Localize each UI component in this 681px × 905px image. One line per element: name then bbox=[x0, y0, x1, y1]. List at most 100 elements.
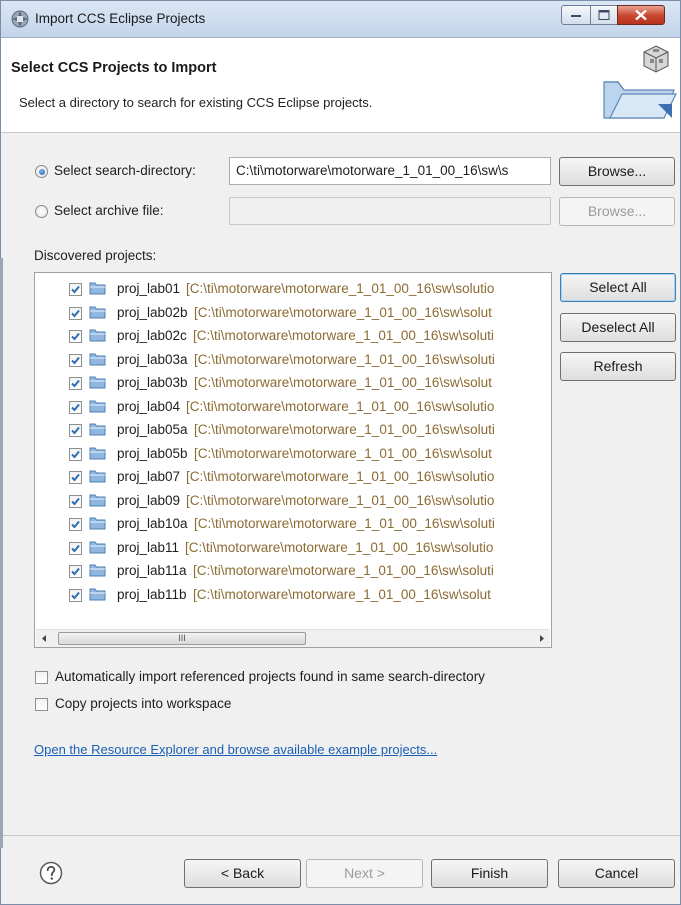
project-path: [C:\ti\motorware\motorware_1_01_00_16\sw… bbox=[193, 586, 491, 602]
eclipse-app-icon bbox=[11, 10, 29, 28]
project-row[interactable]: proj_lab02c [C:\ti\motorware\motorware_1_… bbox=[35, 325, 551, 348]
checkmark-icon bbox=[71, 497, 80, 505]
close-button[interactable] bbox=[617, 5, 665, 25]
checkmark-icon bbox=[71, 567, 80, 576]
select-all-button[interactable]: Select All bbox=[560, 273, 676, 302]
project-row[interactable]: proj_lab11 [C:\ti\motorware\motorware_1_0… bbox=[35, 537, 551, 560]
checkmark-icon bbox=[71, 403, 80, 411]
search-directory-field[interactable]: C:\ti\motorware\motorware_1_01_00_16\sw\… bbox=[229, 157, 551, 185]
import-folder-icon bbox=[603, 45, 677, 119]
project-row[interactable]: proj_lab07 [C:\ti\motorware\motorware_1_0… bbox=[35, 466, 551, 489]
cancel-button[interactable]: Cancel bbox=[558, 859, 675, 888]
window-title: Import CCS Eclipse Projects bbox=[35, 11, 206, 26]
project-checkbox[interactable] bbox=[69, 588, 82, 602]
project-folder-icon bbox=[89, 564, 106, 577]
project-row[interactable]: proj_lab04 [C:\ti\motorware\motorware_1_0… bbox=[35, 396, 551, 419]
checkmark-icon bbox=[71, 426, 80, 435]
copy-projects-label: Copy projects into workspace bbox=[55, 696, 232, 711]
import-dialog: Import CCS Eclipse Projects Select CCS P… bbox=[0, 0, 681, 905]
project-checkbox[interactable] bbox=[69, 306, 82, 320]
project-row[interactable]: proj_lab01 [C:\ti\motorware\motorware_1_0… bbox=[35, 278, 551, 301]
checkmark-icon bbox=[71, 450, 80, 458]
finish-button[interactable]: Finish bbox=[431, 859, 548, 888]
project-name: proj_lab02c bbox=[117, 328, 187, 343]
resource-explorer-link[interactable]: Open the Resource Explorer and browse av… bbox=[34, 742, 437, 757]
scroll-left-icon[interactable] bbox=[36, 630, 53, 647]
footer-divider bbox=[1, 835, 680, 836]
project-folder-icon bbox=[89, 306, 106, 318]
project-name: proj_lab01 bbox=[117, 281, 181, 296]
project-path: [C:\ti\motorware\motorware_1_01_00_16\sw… bbox=[186, 281, 495, 296]
scroll-right-icon[interactable] bbox=[533, 630, 550, 647]
project-path: [C:\ti\motorware\motorware_1_01_00_16\sw… bbox=[186, 492, 495, 508]
project-folder-icon bbox=[89, 400, 106, 412]
project-name: proj_lab03b bbox=[117, 375, 188, 390]
maximize-icon bbox=[598, 10, 610, 20]
project-checkbox[interactable] bbox=[69, 565, 82, 578]
project-row[interactable]: proj_lab11a [C:\ti\motorware\motorware_1_… bbox=[35, 560, 551, 583]
project-row[interactable]: proj_lab10a [C:\ti\motorware\motorware_1_… bbox=[35, 513, 551, 536]
project-name: proj_lab11a bbox=[117, 563, 187, 578]
project-checkbox[interactable] bbox=[69, 330, 82, 343]
search-directory-radio[interactable] bbox=[35, 165, 48, 178]
minimize-button[interactable] bbox=[561, 5, 591, 25]
checkmark-icon bbox=[71, 285, 80, 294]
checkmark-icon bbox=[71, 520, 80, 529]
checkmark-icon bbox=[71, 309, 80, 317]
scroll-thumb[interactable]: III bbox=[58, 632, 306, 645]
project-folder-icon bbox=[89, 282, 106, 295]
project-checkbox[interactable] bbox=[69, 377, 82, 390]
project-checkbox[interactable] bbox=[69, 353, 82, 367]
checkmark-icon bbox=[71, 591, 80, 599]
browse-archive-button[interactable]: Browse... bbox=[559, 197, 675, 226]
project-folder-icon bbox=[89, 376, 106, 389]
project-checkbox[interactable] bbox=[69, 518, 82, 531]
minimize-icon bbox=[571, 15, 581, 17]
next-button[interactable]: Next > bbox=[306, 859, 423, 888]
project-row[interactable]: proj_lab05b [C:\ti\motorware\motorware_1_… bbox=[35, 443, 551, 466]
project-folder-icon bbox=[89, 588, 106, 600]
checkmark-icon bbox=[71, 379, 80, 388]
project-path: [C:\ti\motorware\motorware_1_01_00_16\sw… bbox=[186, 398, 495, 414]
project-path: [C:\ti\motorware\motorware_1_01_00_16\sw… bbox=[194, 351, 495, 367]
back-button[interactable]: < Back bbox=[184, 859, 301, 888]
checkmark-icon bbox=[71, 332, 80, 341]
refresh-button[interactable]: Refresh bbox=[560, 352, 676, 381]
project-name: proj_lab05b bbox=[117, 445, 188, 461]
maximize-button[interactable] bbox=[590, 5, 618, 25]
project-folder-icon bbox=[89, 494, 106, 506]
project-row[interactable]: proj_lab03a [C:\ti\motorware\motorware_1_… bbox=[35, 349, 551, 372]
horizontal-scrollbar[interactable]: III bbox=[36, 629, 550, 647]
project-name: proj_lab04 bbox=[117, 398, 181, 414]
project-checkbox[interactable] bbox=[69, 471, 82, 484]
project-checkbox[interactable] bbox=[69, 541, 82, 555]
project-checkbox[interactable] bbox=[69, 494, 82, 508]
auto-import-label: Automatically import referenced projects… bbox=[55, 669, 485, 684]
auto-import-checkbox[interactable] bbox=[35, 671, 48, 684]
project-row[interactable]: proj_lab11b [C:\ti\motorware\motorware_1_… bbox=[35, 584, 551, 607]
project-row[interactable]: proj_lab03b [C:\ti\motorware\motorware_1_… bbox=[35, 372, 551, 395]
wizard-header: Select CCS Projects to Import Select a d… bbox=[1, 38, 680, 133]
projects-list[interactable]: proj_lab11b [C:\ti\motorware\motorware_1_… bbox=[34, 272, 552, 648]
project-row[interactable]: proj_lab05a [C:\ti\motorware\motorware_1_… bbox=[35, 419, 551, 442]
project-checkbox[interactable] bbox=[69, 283, 82, 296]
project-checkbox[interactable] bbox=[69, 424, 82, 437]
project-name: proj_lab10a bbox=[117, 516, 188, 531]
title-bar[interactable]: Import CCS Eclipse Projects bbox=[1, 1, 680, 38]
project-row[interactable]: proj_lab09 [C:\ti\motorware\motorware_1_0… bbox=[35, 490, 551, 513]
project-checkbox[interactable] bbox=[69, 447, 82, 461]
deselect-all-button[interactable]: Deselect All bbox=[560, 313, 676, 342]
help-icon[interactable] bbox=[39, 861, 63, 885]
copy-projects-checkbox[interactable] bbox=[35, 698, 48, 711]
project-checkbox[interactable] bbox=[69, 400, 82, 414]
project-name: proj_lab05a bbox=[117, 422, 188, 437]
project-folder-icon bbox=[89, 517, 106, 530]
project-row[interactable]: proj_lab02b [C:\ti\motorware\motorware_1_… bbox=[35, 302, 551, 325]
archive-file-radio[interactable] bbox=[35, 205, 48, 218]
project-path: [C:\ti\motorware\motorware_1_01_00_16\sw… bbox=[193, 328, 494, 343]
archive-file-field[interactable] bbox=[229, 197, 551, 225]
project-path: [C:\ti\motorware\motorware_1_01_00_16\sw… bbox=[193, 563, 494, 578]
browse-directory-button[interactable]: Browse... bbox=[559, 157, 675, 186]
project-folder-icon bbox=[89, 353, 106, 365]
project-folder-icon bbox=[89, 470, 106, 483]
